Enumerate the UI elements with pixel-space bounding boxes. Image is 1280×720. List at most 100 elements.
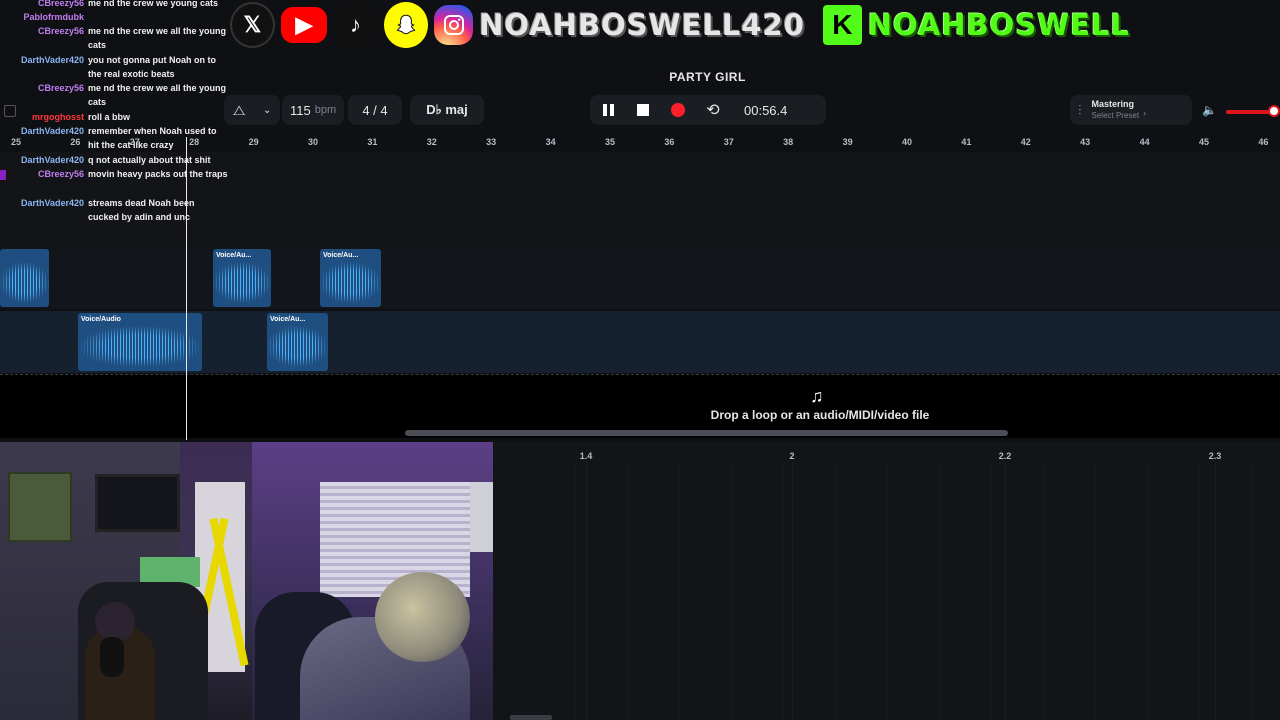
grid-line [991,462,992,720]
grid-line [1095,462,1096,720]
record-button[interactable] [662,95,694,125]
playhead[interactable] [186,137,187,440]
key-selector[interactable]: D♭ maj [410,95,484,125]
ruler-tick: 31 [367,137,378,147]
kick-logo-icon: K [822,5,862,45]
lower-scrollbar[interactable] [510,715,552,720]
chat-text: me nd the crew we all the young cats [88,26,227,50]
audio-clip[interactable]: Voice/Audio [78,313,202,371]
chat-text: me nd the crew we all the young cats [88,83,227,107]
track-lane-3[interactable]: Voice/Audio Voice/Au... [0,311,1280,373]
ruler-tick: 30 [307,137,319,147]
track-lane-2[interactable]: Voice/Au... Voice/Au... [0,247,1280,309]
chat-message: DarthVader420 streams dead Noah been cuck… [0,196,228,224]
wall-tv [95,474,180,532]
volume-slider[interactable] [1226,110,1272,114]
clip-label: Voice/Au... [216,252,252,259]
ruler-tick: 29 [248,137,259,147]
metronome-control[interactable]: ⧍ ⌄ [224,95,280,125]
song-title[interactable]: PARTY GIRL [640,70,775,84]
grid-line [586,462,587,720]
snapchat-logo-icon [383,2,429,48]
grid-line [1043,462,1044,720]
tiktok-logo-icon: ♪ [333,2,378,48]
lower-ruler-tick: 1.4 [579,451,593,461]
waveform [213,262,271,303]
chat-text: you not gonna put Noah on to the real ex… [88,55,216,79]
mastering-button[interactable]: ⫶ Mastering Select Preset › [1070,95,1192,125]
chat-username: Pablofrmdubk [23,12,84,22]
drop-zone[interactable] [0,374,1280,438]
lower-ruler-tick: 2.3 [1208,451,1222,461]
volume-knob[interactable] [1268,105,1280,117]
chat-username: DarthVader420 [20,198,84,208]
loop-button[interactable]: ⟲ [697,95,729,125]
waveform [267,326,328,367]
drop-zone-text: Drop a loop or an audio/MIDI/video file [710,408,930,422]
audio-clip[interactable]: Voice/Au... [267,313,328,371]
audio-clip[interactable]: Voice/Au... [320,249,381,307]
chat-message: CBreezy56 me nd the crew we all the young… [0,24,228,52]
chat-username: DarthVader420 [20,155,84,165]
chat-username: CBreezy56 [37,0,84,8]
chat-message: DarthVader420 you not gonna put Noah on t… [0,53,228,81]
grid-line [1215,462,1216,720]
social-banner: 𝕏 ▶ ♪ NOAHBOSWELL420 K NOAHBOSWELL [230,0,1130,50]
microphone [100,637,124,677]
mastering-sliders-icon: ⫶ [1078,101,1082,118]
horizontal-scrollbar[interactable] [405,430,1008,436]
tempo-value: 115 [290,102,311,118]
pause-button[interactable] [592,95,624,125]
piano-roll-area[interactable]: 1.4 2 2.2 2.3 [493,442,1280,720]
tempo-field[interactable]: 115 bpm [282,95,344,125]
ruler-tick: 34 [545,137,556,147]
lower-ruler-tick: 2.2 [998,451,1012,461]
x-logo-icon: 𝕏 [230,2,275,48]
chat-message: Pablofrmdubk [0,10,228,24]
waveform [0,262,49,303]
time-display: 00:56.4 [744,102,788,118]
lower-ruler-tick: 2 [789,451,795,461]
grid-line [835,462,836,720]
chat-message: CBreezy56 me nd the crew we young cats [0,0,228,10]
ruler-tick: 36 [664,137,675,147]
clip-label [0,249,49,255]
chat-message: DarthVader420 remember when Noah used to … [0,124,228,152]
mastering-label: Mastering [1091,99,1135,109]
audio-clip[interactable] [0,249,49,307]
clip-label: Voice/Au... [323,252,359,259]
chat-username: DarthVader420 [20,55,84,65]
speaker-icon[interactable]: 🔈 [1202,103,1217,117]
instagram-logo-icon [434,5,474,45]
wall-tapestry [8,472,72,542]
waveform [320,262,381,303]
ruler-tick: 37 [723,137,734,147]
grid-line [792,462,793,720]
grid-line [1251,462,1252,720]
pause-icon [602,104,614,116]
clip-label: Voice/Au... [270,316,306,323]
ruler-tick: 41 [961,137,972,147]
waveform [78,326,202,367]
chat-username: CBreezy56 [37,26,84,36]
mastering-preset: Select Preset [1091,111,1140,120]
grid-line [679,462,680,720]
metronome-icon[interactable]: ⧍ [233,102,246,119]
chat-message: mrgoghosst roll a bbw [0,110,228,124]
chevron-down-icon[interactable]: ⌄ [263,105,271,116]
chat-text: roll a bbw [88,112,131,122]
clip-label: Voice/Audio [81,316,121,323]
chat-text: me nd the crew we young cats [88,0,219,8]
time-signature-field[interactable]: 4 / 4 [348,95,402,125]
loop-icon: ⟲ [706,102,720,119]
ruler-tick: 45 [1198,137,1210,147]
youtube-logo-icon: ▶ [280,7,328,43]
stop-button[interactable] [627,95,659,125]
grid-line [1199,462,1200,720]
chat-text: movin heavy packs out the traps [88,169,228,179]
grid-line [783,462,784,720]
tempo-unit: bpm [314,104,337,116]
audio-clip[interactable]: Voice/Au... [213,249,271,307]
chat-message: DarthVader420 q not actually about that s… [0,153,228,167]
ruler-tick: 46 [1258,137,1269,147]
